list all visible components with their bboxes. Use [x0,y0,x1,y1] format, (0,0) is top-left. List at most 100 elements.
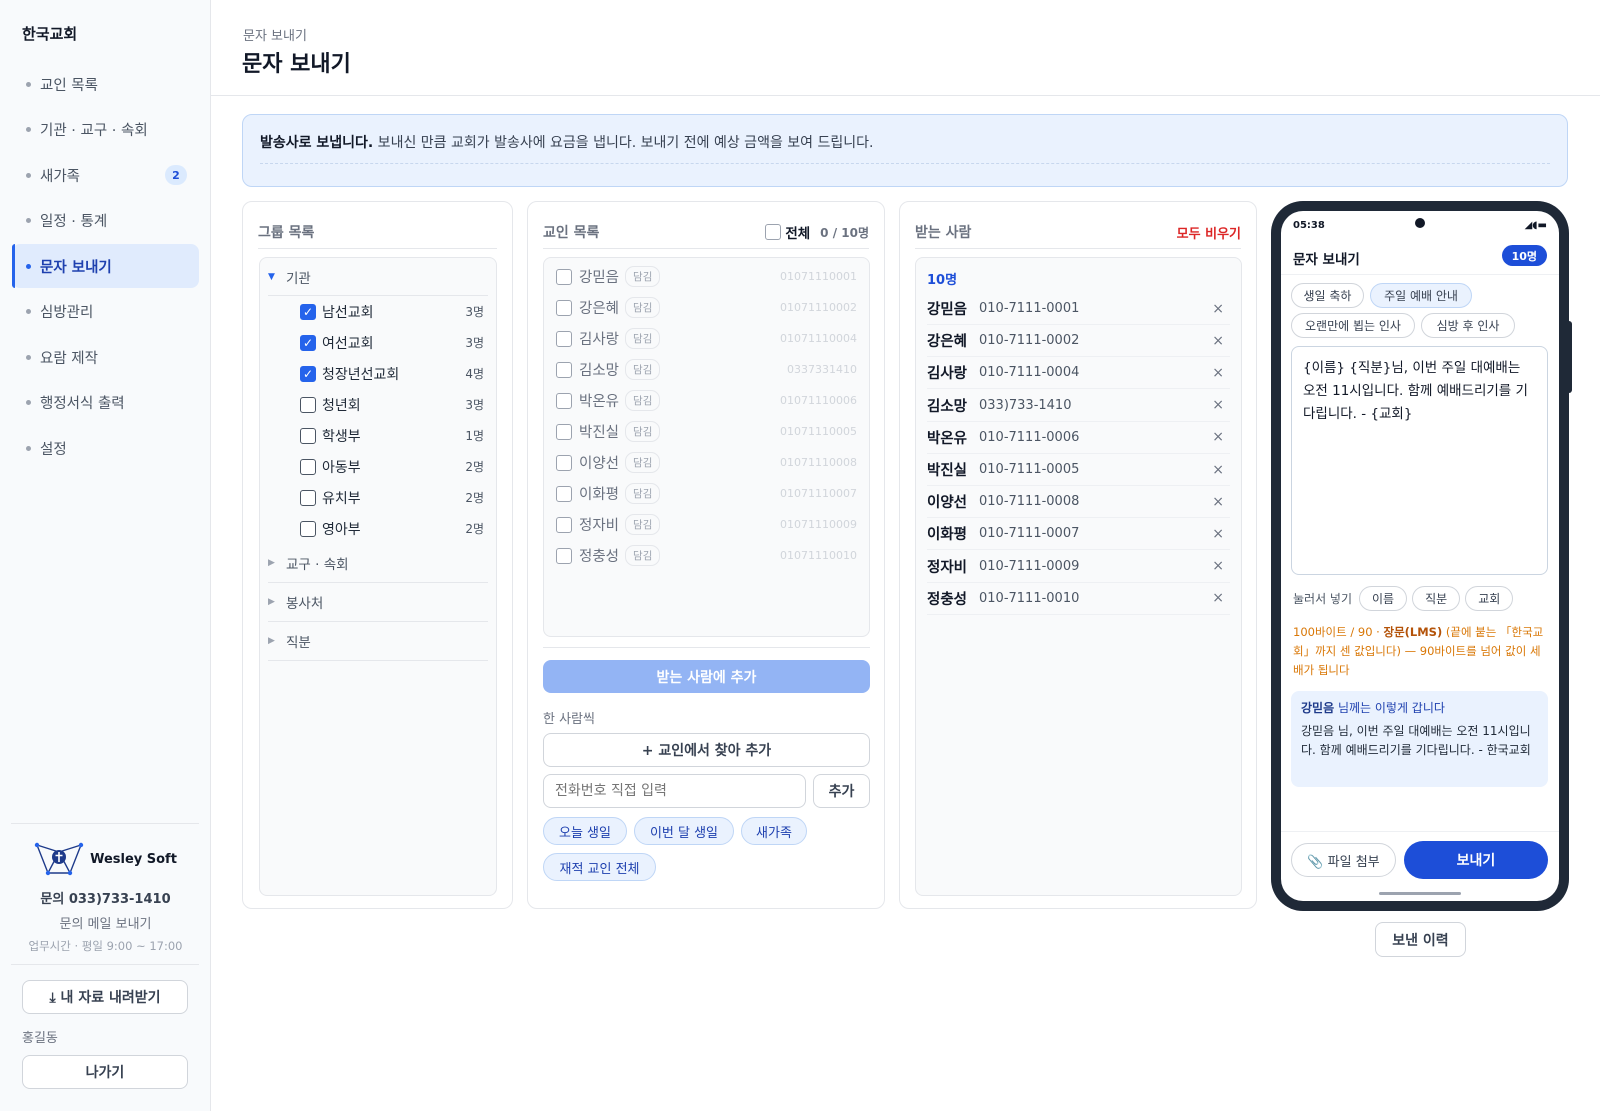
member-checkbox[interactable] [556,547,572,564]
sidebar-item-label: 교인 목록 [40,77,98,94]
member-name: 정충성 [579,549,620,565]
group-row[interactable]: 남선교회 3명 [300,296,496,327]
send-button[interactable]: 보내기 [1404,841,1548,879]
find-member-button[interactable]: + 교인에서 찾아 추가 [543,733,870,767]
recipient-phone: 010-7111-0007 [979,526,1080,542]
group-checkbox[interactable] [300,520,316,537]
group-row[interactable]: 아동부 2명 [300,451,496,482]
remove-recipient-icon[interactable]: × [1212,301,1224,317]
member-row[interactable]: 이양선 담김 01071110008 [556,447,857,478]
member-checkbox[interactable] [556,299,572,316]
member-name: 강은혜 [579,301,620,317]
logout-button[interactable]: 나가기 [22,1055,188,1089]
sidebar-item-schedule[interactable]: 일정 · 통계 [12,199,199,243]
remove-recipient-icon[interactable]: × [1212,494,1224,510]
sidebar-item-label: 심방관리 [40,305,94,321]
recipient-count: 10명 [927,273,958,288]
member-row[interactable]: 김사랑 담김 01071110004 [556,323,857,354]
chip-new-family[interactable]: 새가족 [741,817,807,845]
group-checkbox[interactable] [300,303,316,320]
sent-history-button[interactable]: 보낸 이력 [1375,922,1466,957]
add-to-recipients-button[interactable]: 받는 사람에 추가 [543,660,870,693]
group-row[interactable]: 유치부 2명 [300,482,496,513]
remove-recipient-icon[interactable]: × [1212,333,1224,349]
member-checkbox[interactable] [556,485,572,502]
recipient-row: 강은혜 010-7111-0002 × [927,325,1230,358]
group-name: 남선교회 [322,304,374,321]
group-row[interactable]: 여선교회 3명 [300,327,496,358]
group-checkbox[interactable] [300,334,316,351]
remove-recipient-icon[interactable]: × [1212,526,1224,542]
chip-all-members[interactable]: 재적 교인 전체 [543,853,656,881]
group-name: 여선교회 [322,335,374,352]
group-row[interactable]: 청년회 3명 [300,389,496,420]
member-row[interactable]: 강믿음 담김 01071110001 [556,261,857,292]
message-textarea[interactable]: {이름} {직분}님, 이번 주일 대예배는 오전 11시입니다. 함께 예배드… [1291,346,1548,575]
member-row[interactable]: 정충성 담김 01071110010 [556,540,857,571]
remove-recipient-icon[interactable]: × [1212,429,1224,445]
chip-today-birthday[interactable]: 오늘 생일 [543,817,627,845]
category-positions[interactable]: ▶ 직분 [268,622,488,661]
member-row[interactable]: 박온유 담김 01071110006 [556,385,857,416]
group-row[interactable]: 영아부 2명 [300,513,496,544]
template-after-visit[interactable]: 심방 후 인사 [1421,313,1515,338]
group-row[interactable]: 학생부 1명 [300,420,496,451]
remove-recipient-icon[interactable]: × [1212,462,1224,478]
sidebar-item-organizations[interactable]: 기관 · 교구 · 속회 [12,108,199,152]
category-service[interactable]: ▶ 봉사처 [268,583,488,622]
category-districts[interactable]: ▶ 교구 · 속회 [268,544,488,583]
chip-month-birthday[interactable]: 이번 달 생일 [634,817,734,845]
group-checkbox[interactable] [300,427,316,444]
group-checkbox[interactable] [300,489,316,506]
member-checkbox[interactable] [556,330,572,347]
member-row[interactable]: 정자비 담김 01071110009 [556,509,857,540]
category-organizations[interactable]: ▼ 기관 [268,258,488,296]
group-checkbox[interactable] [300,396,316,413]
group-checkbox[interactable] [300,458,316,475]
home-indicator [1379,892,1461,895]
sidebar-item-new-family[interactable]: 새가족 2 [12,153,199,197]
member-checkbox[interactable] [556,268,572,285]
member-row[interactable]: 김소망 담김 0337331410 [556,354,857,385]
add-phone-button[interactable]: 추가 [813,774,870,808]
sidebar-nav: 교인 목록 기관 · 교구 · 속회 새가족 2 일정 · 통계 문자 보내기 심… [12,62,199,472]
template-sunday-service[interactable]: 주일 예배 안내 [1370,283,1472,308]
sidebar-item-settings[interactable]: 설정 [12,426,199,470]
insert-position-chip[interactable]: 직분 [1412,585,1461,611]
remove-recipient-icon[interactable]: × [1212,590,1224,606]
insert-name-chip[interactable]: 이름 [1359,585,1408,611]
sidebar-item-visitation[interactable]: 심방관리 [12,290,199,334]
remove-recipient-icon[interactable]: × [1212,365,1224,381]
template-long-time-greeting[interactable]: 오랜만에 뵙는 인사 [1291,313,1415,338]
recipient-name: 김사랑 [927,366,968,383]
member-checkbox[interactable] [556,392,572,409]
added-tag: 담김 [625,359,661,380]
sidebar-item-directory[interactable]: 요람 제작 [12,335,199,379]
sidebar-item-members[interactable]: 교인 목록 [12,62,199,106]
member-checkbox[interactable] [556,454,572,471]
single-add-label: 한 사람씩 [543,712,595,727]
group-checkbox[interactable] [300,365,316,382]
recipient-name: 박진실 [927,463,968,479]
sidebar-item-send-sms[interactable]: 문자 보내기 [12,244,199,288]
template-birthday[interactable]: 생일 축하 [1291,283,1364,308]
sidebar-item-forms[interactable]: 행정서식 출력 [12,381,199,425]
member-checkbox[interactable] [556,516,572,533]
preview-recipient: 강믿음 [1301,701,1335,715]
attach-file-button[interactable]: 📎 파일 첨부 [1291,843,1396,877]
contact-mail-link[interactable]: 문의 메일 보내기 [0,913,211,932]
member-checkbox[interactable] [556,423,572,440]
group-row[interactable]: 청장년선교회 4명 [300,358,496,389]
remove-recipient-icon[interactable]: × [1212,558,1224,574]
insert-church-chip[interactable]: 교회 [1465,585,1514,611]
member-row[interactable]: 박진실 담김 01071110005 [556,416,857,447]
member-row[interactable]: 강은혜 담김 01071110002 [556,292,857,323]
member-row[interactable]: 이화평 담김 01071110007 [556,478,857,509]
phone-number-input[interactable] [543,774,806,808]
recipient-name: 정충성 [927,591,968,608]
clear-all-button[interactable]: 모두 비우기 [1177,223,1241,242]
remove-recipient-icon[interactable]: × [1212,397,1224,413]
select-all-checkbox[interactable] [765,224,782,240]
member-checkbox[interactable] [556,361,572,378]
download-data-button[interactable]: ⤓ 내 자료 내려받기 [22,980,188,1014]
